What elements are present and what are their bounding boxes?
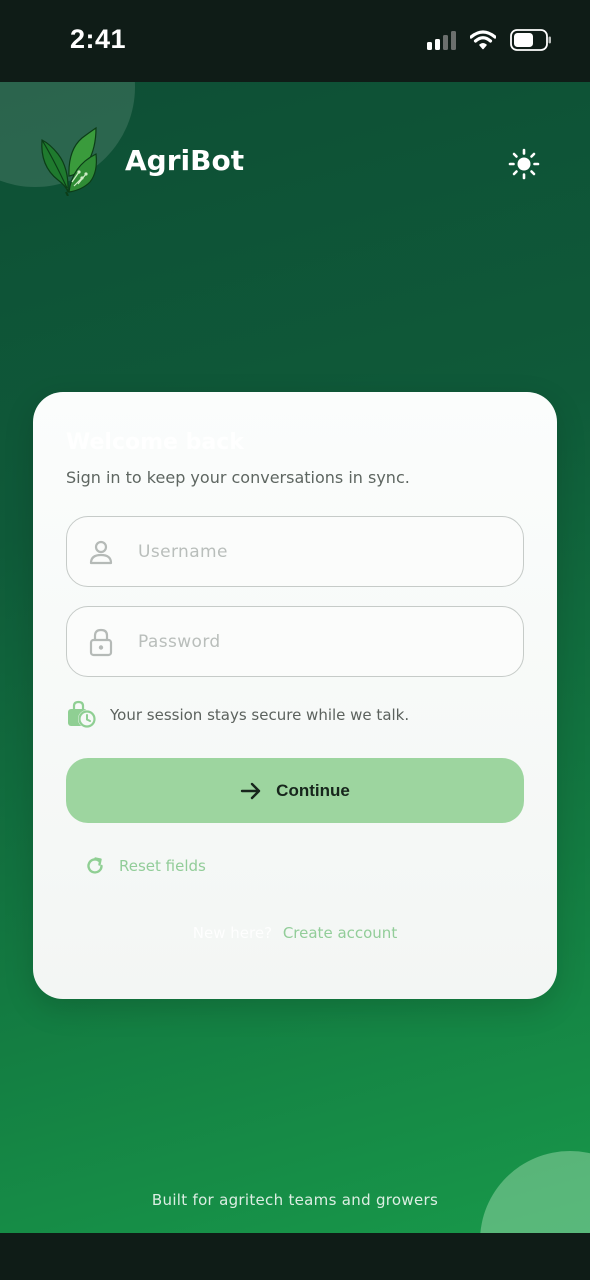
card-title: Welcome back: [66, 430, 244, 455]
signup-prompt: New here?: [192, 924, 273, 942]
signup-row: New here? Create account: [33, 924, 557, 942]
security-note: Your session stays secure while we talk.: [66, 700, 409, 730]
lock-icon: [86, 627, 116, 657]
password-field[interactable]: [66, 606, 524, 677]
status-time: 2:41: [70, 24, 127, 54]
refresh-icon: [87, 857, 103, 874]
create-account-link[interactable]: Create account: [283, 924, 397, 942]
security-note-text: Your session stays secure while we talk.: [110, 706, 410, 724]
user-icon: [86, 537, 116, 567]
status-icons: [427, 26, 552, 54]
sun-icon: [508, 148, 540, 180]
cellular-signal-icon: [427, 30, 456, 50]
secure-session-icon: [68, 700, 96, 728]
username-field[interactable]: [66, 516, 524, 587]
reset-fields-button[interactable]: Reset fields: [85, 856, 206, 876]
password-input[interactable]: [138, 631, 498, 652]
arrow-right-icon: [240, 782, 261, 799]
reset-fields-label: Reset fields: [119, 857, 206, 875]
battery-icon: [510, 29, 551, 51]
continue-label: Continue: [276, 780, 350, 800]
login-card: Welcome back Sign in to keep your conver…: [33, 392, 557, 999]
username-input[interactable]: [138, 541, 498, 562]
footer-text: Built for agritech teams and growers: [151, 1191, 439, 1209]
app-name: AgriBot: [125, 144, 245, 177]
continue-button[interactable]: Continue: [66, 758, 524, 823]
wifi-icon: [470, 30, 496, 50]
theme-toggle-button[interactable]: [505, 145, 543, 183]
home-indicator-bar: [0, 1233, 590, 1280]
status-bar: 2:41: [0, 0, 590, 82]
leaf-circuit-logo: [41, 126, 97, 196]
card-subtitle: Sign in to keep your conversations in sy…: [66, 468, 410, 487]
